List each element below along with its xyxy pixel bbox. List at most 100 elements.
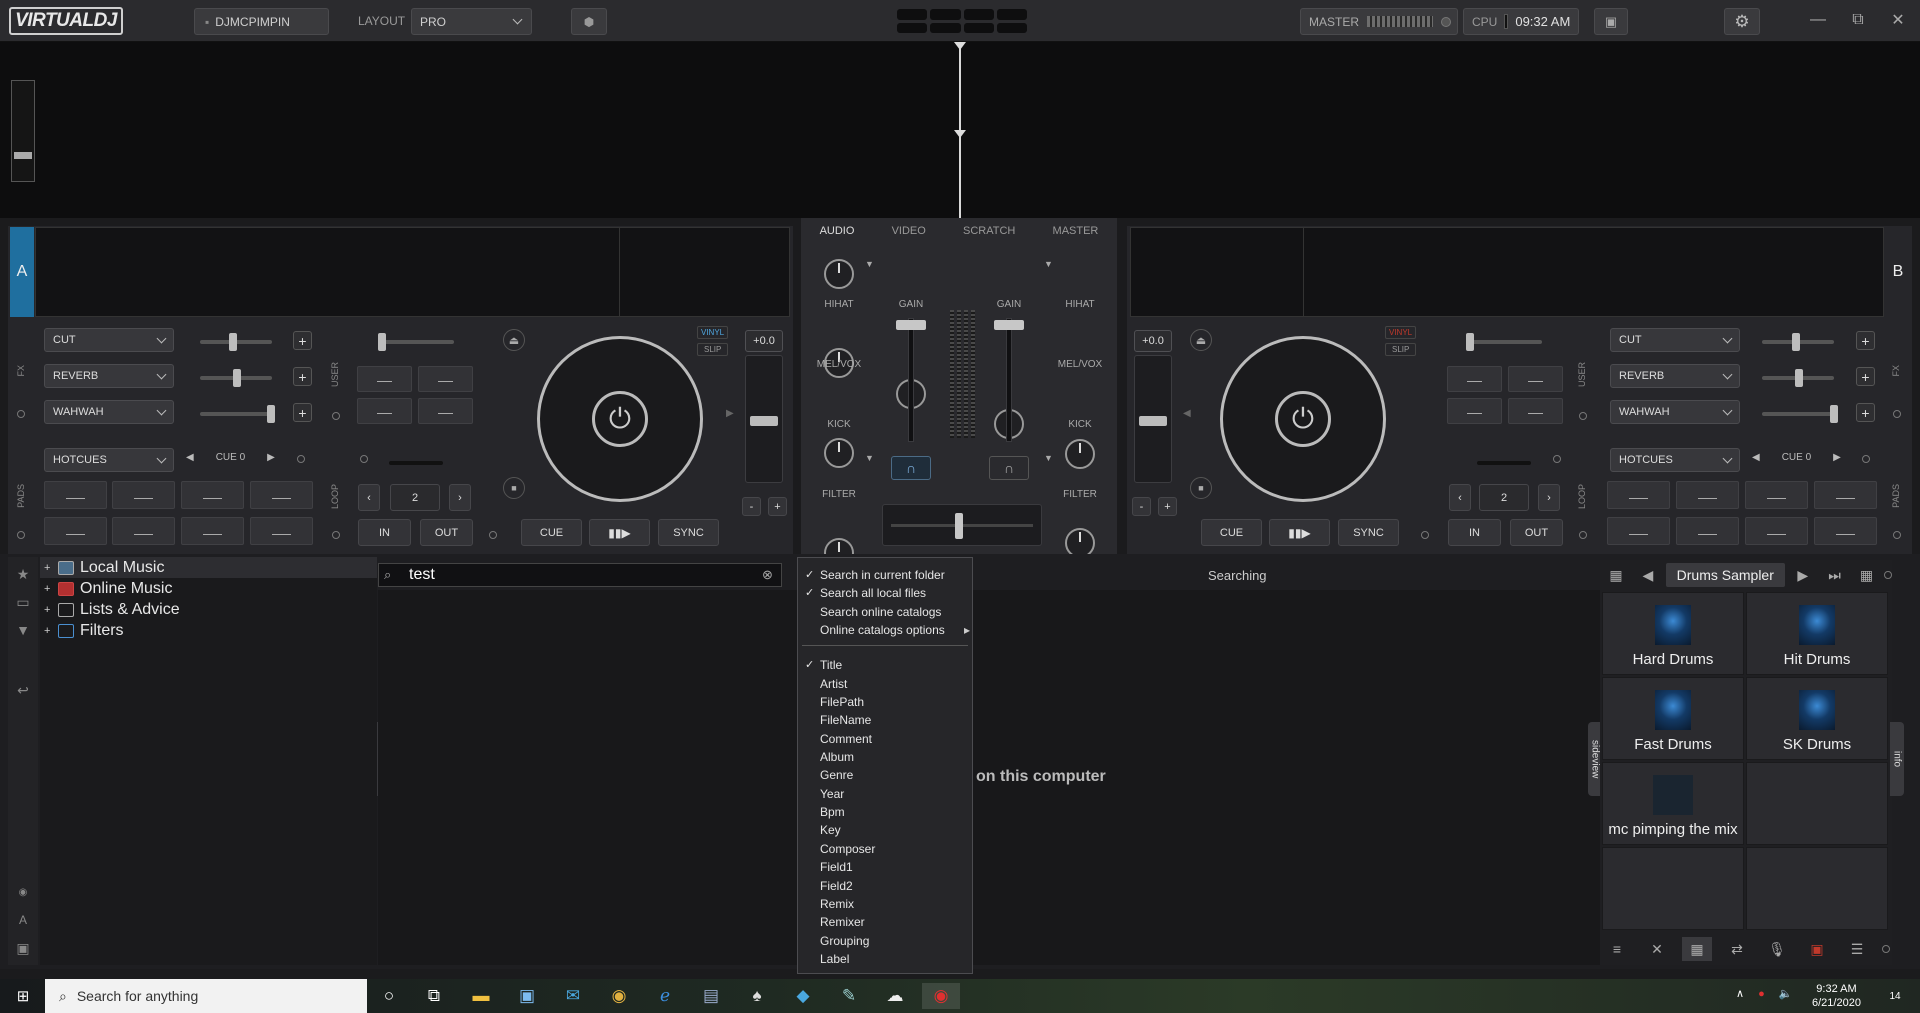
deck-b-user-button-3[interactable] (1447, 398, 1502, 424)
menu-item[interactable]: FileName (798, 711, 972, 729)
deck-a-pad-8[interactable] (250, 517, 313, 545)
deck-a-pad-5[interactable] (44, 517, 107, 545)
network-icon[interactable]: ● (1758, 988, 1765, 1000)
grid-icon[interactable]: ▦ (1602, 563, 1630, 587)
fx1-slider-handle[interactable] (1792, 333, 1800, 351)
sampler-slot[interactable]: SK Drums (1746, 677, 1888, 760)
deck-a-loop-dot[interactable] (360, 455, 368, 463)
deck-a-pads-mode-select[interactable]: HOTCUES (44, 448, 174, 472)
deck-b-loop-indicator[interactable] (1579, 531, 1587, 539)
sampler-dot[interactable] (1884, 571, 1893, 579)
deck-a-pads-indicator[interactable] (17, 531, 25, 539)
restore-button[interactable]: ⧉ (1843, 6, 1873, 34)
filter-icon[interactable]: ▼ (13, 621, 33, 639)
deck-a-waveform[interactable] (35, 227, 790, 317)
deck-b-label[interactable]: B (1886, 227, 1910, 317)
deck-b-pitch-minus[interactable]: - (1132, 497, 1151, 516)
sampler-slot[interactable]: Fast Drums (1602, 677, 1744, 760)
sampler-footer-dot[interactable] (1882, 945, 1890, 953)
menu-item[interactable]: Title (798, 656, 972, 674)
deck-a-pitch-slider[interactable] (745, 355, 783, 483)
skip-end-icon[interactable]: ⏭ (1821, 563, 1849, 587)
deck-a-pad-1[interactable] (44, 481, 107, 509)
deck-b-pad-4[interactable] (1814, 481, 1877, 509)
minimize-button[interactable]: — (1803, 6, 1833, 34)
menu-item[interactable]: Genre (798, 766, 972, 784)
tree-item-local-music[interactable]: + Local Music (40, 557, 377, 578)
right-headphone-button[interactable]: ∩ (989, 456, 1029, 480)
deck-a-fx1-add-button[interactable]: + (293, 331, 312, 350)
sampler-slot[interactable]: Hit Drums (1746, 592, 1888, 675)
deck-b-cue-selector[interactable]: ◀ CUE 0 ▶ (1752, 452, 1841, 463)
sampler-slot-empty[interactable] (1602, 847, 1744, 930)
menu-item[interactable]: FilePath (798, 693, 972, 711)
menu-item[interactable]: Label (798, 950, 972, 968)
deck-a-fx3-add-button[interactable]: + (293, 403, 312, 422)
deck-b-pitch-plus[interactable]: + (1158, 497, 1177, 516)
chevron-up-icon[interactable]: ∧ (1736, 987, 1744, 1000)
sampler-slot[interactable]: mc pimping the mix (1602, 762, 1744, 845)
left-headphone-button[interactable]: ∩ (891, 456, 931, 480)
deck-b-nudge-icon[interactable]: ◀ (1183, 408, 1191, 419)
deck-b-fx2-select[interactable]: REVERB (1610, 364, 1740, 388)
deck-b-loop-half-button[interactable]: ‹ (1449, 484, 1471, 511)
menu-item[interactable]: Composer (798, 840, 972, 858)
deck-a-pitch-plus[interactable]: + (768, 497, 787, 516)
deck-a-pad-7[interactable] (181, 517, 244, 545)
left-kick-knob[interactable] (824, 438, 854, 468)
deck-a-sync-button[interactable]: SYNC (658, 519, 719, 546)
deck-b-pitch-slider[interactable] (1134, 355, 1172, 483)
deck-a-user-button-2[interactable] (418, 366, 473, 392)
deck-a-pad-3[interactable] (181, 481, 244, 509)
deck-b-user-button-1[interactable] (1447, 366, 1502, 392)
video-icon[interactable]: ▣ (1802, 937, 1832, 961)
layout-icon[interactable]: ▦ (1853, 563, 1881, 587)
right-volume-fader[interactable] (1006, 318, 1012, 442)
deck-a-loop-length[interactable]: 2 (390, 484, 440, 511)
menu-item[interactable]: Year (798, 785, 972, 803)
menu-item[interactable]: Remix (798, 895, 972, 913)
deck-b-fx3-select[interactable]: WAHWAH (1610, 400, 1740, 424)
search-input[interactable]: test (378, 563, 782, 587)
prev-bank-icon[interactable]: ◀ (1634, 563, 1662, 587)
deck-b-pitch-value[interactable]: +0.0 (1134, 330, 1172, 352)
tree-item-filters[interactable]: + Filters (40, 620, 377, 641)
right-hihat-knob[interactable] (1065, 439, 1095, 469)
deck-a-loop-double-button[interactable]: › (449, 484, 471, 511)
menu-item[interactable]: Search online catalogs (798, 603, 972, 621)
deck-a-fx3-slider[interactable] (200, 412, 272, 416)
menu-item[interactable]: Field2 (798, 877, 972, 895)
deck-b-loop-settings-dot[interactable] (1421, 531, 1429, 539)
deck-a-pad-2[interactable] (112, 481, 175, 509)
right-filter-menu-icon[interactable]: ▼ (1044, 453, 1053, 463)
deck-b-fx3-slider[interactable] (1762, 412, 1834, 416)
clear-search-icon[interactable]: ⊗ (762, 567, 773, 583)
menu-item[interactable]: Bpm (798, 803, 972, 821)
fx3-slider-handle[interactable] (267, 405, 275, 423)
pads-grid-icon[interactable]: ▦ (1682, 937, 1712, 961)
deck-b-pad-5[interactable] (1607, 517, 1670, 545)
expand-icon[interactable]: + (44, 604, 52, 616)
deck-a-slip-button[interactable]: SLIP (697, 343, 729, 356)
menu-item[interactable]: Online catalogs options (798, 621, 972, 639)
edge-icon[interactable]: ℯ (646, 983, 684, 1009)
cube-button[interactable]: ⬢ (571, 8, 607, 35)
cue-prev-icon[interactable]: ◀ (186, 452, 194, 463)
app-icon-1[interactable]: ▤ (692, 983, 730, 1009)
deck-b-eject-button[interactable]: ⏏ (1190, 329, 1212, 351)
menu-item[interactable]: Key (798, 821, 972, 839)
cue-next-icon[interactable]: ▶ (267, 452, 275, 463)
app-icon-2[interactable]: ♠ (738, 983, 776, 1009)
left-eq-menu-icon[interactable]: ▼ (865, 259, 874, 269)
layout-select[interactable]: PRO (411, 8, 532, 35)
fx1-slider-handle[interactable] (229, 333, 237, 351)
tab-master[interactable]: MASTER (1053, 225, 1099, 237)
taskbar-search[interactable]: ⌕ Search for anything (45, 979, 367, 1013)
expand-icon[interactable]: + (44, 625, 52, 637)
deck-a-cue-selector[interactable]: ◀ CUE 0 ▶ (186, 452, 275, 463)
info-tab[interactable]: info (1890, 722, 1904, 796)
deck-a-pad-6[interactable] (112, 517, 175, 545)
deck-a-user-slider[interactable] (378, 340, 454, 344)
calendar-button[interactable]: ▣ (1594, 8, 1628, 35)
deck-b-vinyl-button[interactable]: VINYL (1385, 326, 1417, 339)
